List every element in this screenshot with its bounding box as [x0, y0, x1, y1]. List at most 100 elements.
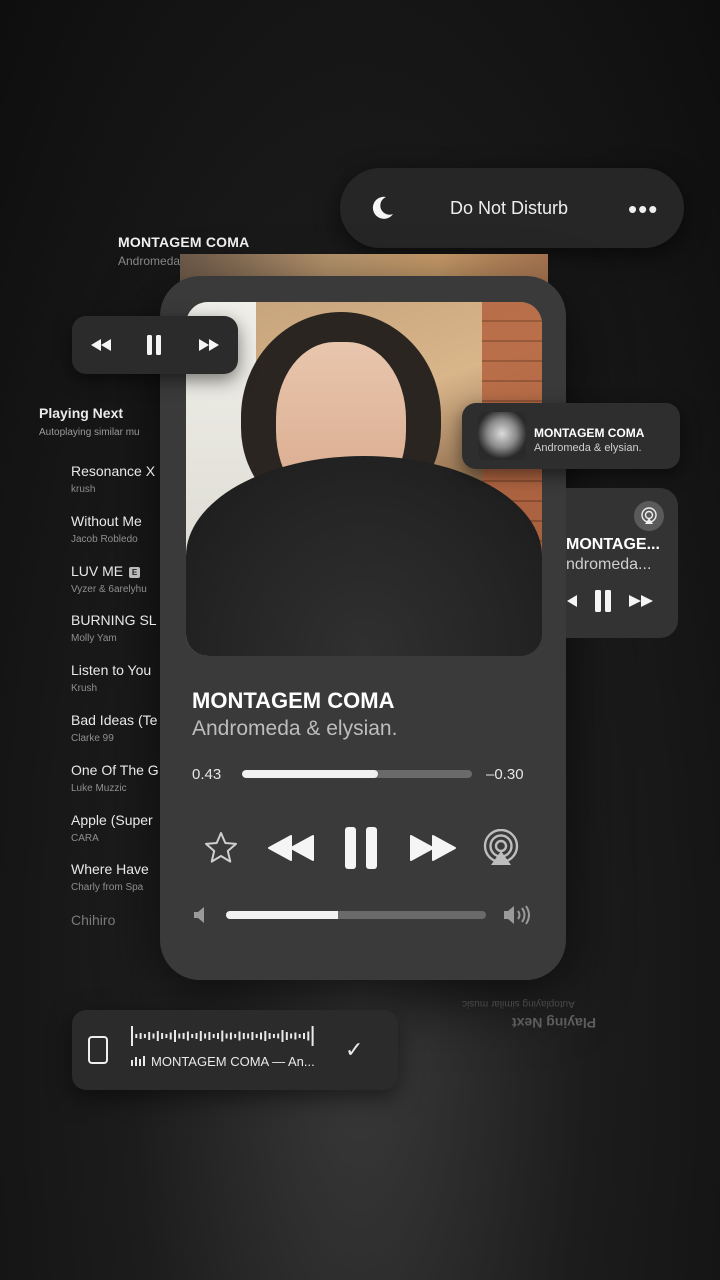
playing-next-item[interactable]: Resonance X krush: [71, 463, 161, 513]
pause-button[interactable]: [340, 818, 382, 878]
track-name: Where Have: [71, 861, 149, 878]
waveform-bar: [294, 1032, 297, 1040]
waveform-bar: [221, 1030, 224, 1042]
playing-next-item[interactable]: One Of The G Luke Muzzic: [71, 762, 161, 812]
waveform-bar: [148, 1032, 151, 1040]
album-artwork: [186, 302, 542, 656]
waveform-bar: [191, 1034, 194, 1038]
waveform-bar: [135, 1034, 138, 1038]
notification-artwork: [478, 412, 526, 460]
waveform-bar: [174, 1030, 176, 1042]
mini-forward-icon[interactable]: [198, 338, 220, 352]
side-airplay-button[interactable]: [634, 501, 664, 531]
waveform-bar: [199, 1031, 202, 1041]
waveform-bar: [251, 1032, 254, 1040]
waveform-bar: [247, 1033, 250, 1039]
playing-next-item[interactable]: Without Me Jacob Robledo: [71, 513, 161, 563]
notification-title: MONTAGEM COMA: [534, 426, 645, 440]
more-options-icon[interactable]: •••: [628, 194, 658, 225]
notification-artist: Andromeda & elysian.: [534, 442, 642, 454]
airplay-icon: [641, 507, 657, 524]
track-artist: Jacob Robledo: [71, 533, 138, 545]
moon-icon: [372, 196, 393, 219]
playing-next-item[interactable]: LUV ME E Vyzer & 6arelyhu: [71, 563, 161, 613]
pause-icon: [345, 827, 377, 869]
waveform-bar: [307, 1031, 310, 1041]
mini-pause-icon[interactable]: [146, 335, 162, 355]
waveform-bar: [143, 1034, 146, 1038]
device-now-playing-label: MONTAGEM COMA — An...: [151, 1054, 315, 1069]
airplay-button[interactable]: [480, 818, 522, 878]
waveform-bar: [195, 1033, 198, 1039]
playing-next-item[interactable]: BURNING SL Molly Yam: [71, 612, 161, 662]
playing-next-last-item[interactable]: Chihiro: [71, 912, 115, 928]
dnd-label: Do Not Disturb: [450, 198, 569, 218]
volume-slider[interactable]: [226, 911, 486, 919]
track-artist: Krush: [71, 683, 98, 695]
favorite-button[interactable]: [200, 818, 242, 878]
volume-low-icon: [194, 907, 204, 923]
waveform-bar: [225, 1033, 228, 1039]
explicit-badge: E: [129, 566, 140, 578]
track-name: Apple (Super: [71, 811, 153, 828]
side-rewind-icon[interactable]: [566, 594, 578, 608]
waveform-bar: [260, 1032, 262, 1040]
waveform-bar: [268, 1033, 271, 1039]
playback-controls: [186, 818, 542, 878]
waveform-bar: [212, 1034, 215, 1038]
playing-next-item[interactable]: Bad Ideas (Te Clarke 99: [71, 712, 161, 762]
side-forward-icon[interactable]: [628, 594, 654, 608]
side-pause-icon[interactable]: [594, 590, 612, 612]
track-name: Bad Ideas (Te: [71, 711, 158, 728]
track-name: LUV ME: [71, 562, 124, 579]
top-song-title: MONTAGEM COMA: [118, 234, 250, 250]
track-name: BURNING SL: [71, 612, 157, 629]
star-icon: [205, 832, 237, 863]
waveform-bar: [161, 1033, 164, 1039]
waveform-bar: [204, 1033, 207, 1039]
progress-fill: [242, 770, 378, 778]
checkmark-icon: ✓: [345, 1037, 364, 1062]
waveform-bar: [298, 1034, 301, 1038]
waveform-bar: [217, 1033, 219, 1039]
song-artist[interactable]: Andromeda & elysian.: [192, 717, 397, 741]
waveform-bar: [290, 1033, 293, 1039]
track-name: Without Me: [71, 512, 142, 529]
song-title: MONTAGEM COMA: [192, 688, 395, 713]
volume-fill: [226, 911, 338, 919]
waveform-bar: [131, 1026, 133, 1046]
waveform-bar: [277, 1033, 280, 1039]
track-artist: CARA: [71, 832, 99, 844]
playing-next-item[interactable]: Apple (Super CARA: [71, 812, 161, 862]
waveform-bar: [238, 1031, 241, 1041]
waveform-bar: [272, 1034, 275, 1038]
playing-next-heading: Playing Next: [39, 405, 124, 421]
waveform-bar: [208, 1032, 211, 1040]
waveform-bar: [255, 1034, 258, 1038]
previous-button[interactable]: [266, 818, 316, 878]
mini-rewind-icon[interactable]: [90, 338, 112, 352]
playing-next-list: Resonance X krush Without Me Jacob Robledo L…: [71, 463, 161, 911]
waveform-bar: [229, 1032, 232, 1040]
next-button[interactable]: [408, 818, 458, 878]
waveform-bar: [165, 1034, 168, 1038]
waveform-bar: [285, 1032, 288, 1040]
waveform-bar: [156, 1031, 159, 1041]
waveform-icon: [131, 1026, 314, 1046]
playing-next-item[interactable]: Where Have Charly from Spa: [71, 861, 161, 911]
waveform-bar: [234, 1034, 237, 1038]
fast-forward-icon: [410, 835, 456, 861]
rewind-icon: [268, 835, 314, 861]
progress-bar[interactable]: [242, 770, 472, 778]
equalizer-icon: [131, 1056, 145, 1066]
waveform-bar: [139, 1033, 142, 1039]
track-artist: krush: [71, 484, 96, 495]
mirrored-playing-next-subtitle: Autoplaying similar music: [462, 998, 575, 1009]
playing-next-subtitle: Autoplaying similar mu: [39, 427, 140, 438]
waveform-bar: [303, 1033, 305, 1039]
track-name: One Of The G: [71, 761, 159, 778]
track-name: Resonance X: [71, 463, 156, 479]
waveform-bar: [182, 1033, 185, 1039]
waveform-bar: [311, 1026, 314, 1046]
playing-next-item[interactable]: Listen to You Krush: [71, 662, 161, 712]
